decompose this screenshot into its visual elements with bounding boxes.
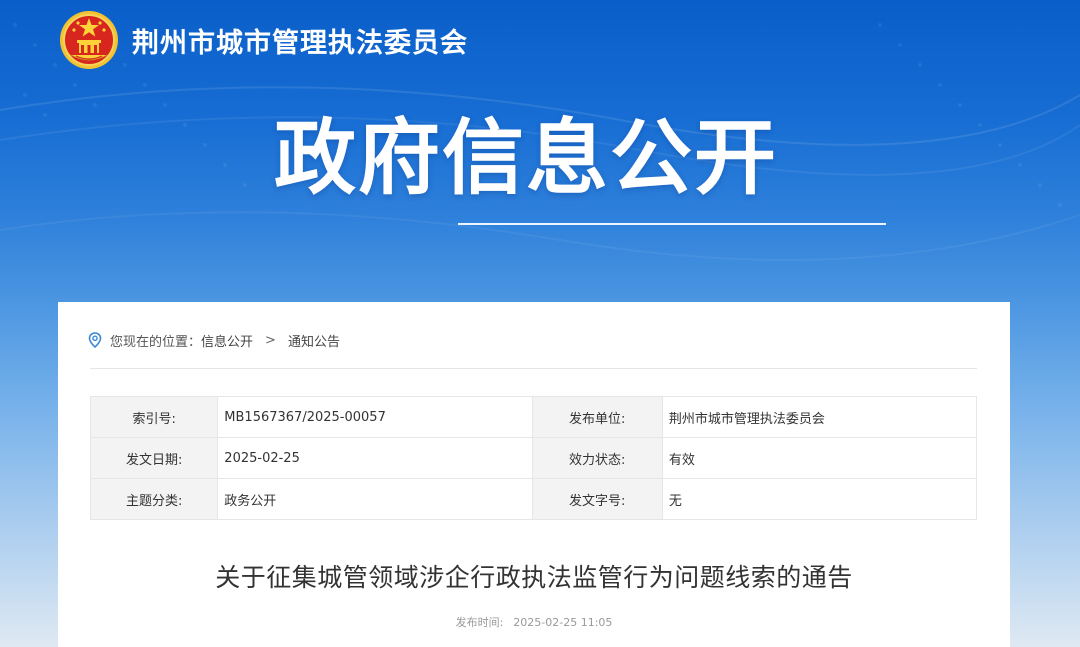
- site-header: 荆州市城市管理执法委员会: [58, 10, 468, 70]
- publish-time-value: 2025-02-25 11:05: [513, 616, 613, 629]
- breadcrumb-prefix: 您现在的位置：: [110, 334, 202, 350]
- meta-label-issue-date: 发文日期:: [89, 437, 219, 479]
- document-meta-table: 索引号: MB1567367/2025-00057 发布单位: 荆州市城市管理执…: [89, 396, 978, 520]
- national-emblem-icon[interactable]: [58, 9, 120, 71]
- meta-value-publishing-unit: 荆州市城市管理执法委员会: [661, 396, 978, 438]
- meta-label-document-number: 发文字号:: [531, 478, 663, 520]
- site-title[interactable]: 荆州市城市管理执法委员会: [132, 21, 468, 60]
- breadcrumb-link-notices[interactable]: 通知公告: [288, 331, 340, 350]
- meta-row: 索引号: MB1567367/2025-00057 发布单位: 荆州市城市管理执…: [89, 396, 978, 438]
- meta-label-publishing-unit: 发布单位:: [531, 396, 663, 438]
- meta-value-validity-status: 有效: [661, 437, 978, 479]
- breadcrumb-separator: >: [265, 332, 276, 348]
- meta-row: 主题分类: 政务公开 发文字号: 无: [89, 478, 978, 520]
- breadcrumb-link-info-disclosure[interactable]: 信息公开: [201, 331, 253, 350]
- meta-label-validity-status: 效力状态:: [531, 437, 663, 479]
- meta-value-subject-category: 政务公开: [217, 478, 533, 520]
- publish-info: 发布时间: 2025-02-25 11:05: [58, 614, 1010, 630]
- location-pin-icon: [88, 332, 102, 348]
- article-title: 关于征集城管领域涉企行政执法监管行为问题线索的通告: [215, 563, 853, 592]
- breadcrumb: 您现在的位置： 信息公开 > 通知公告: [88, 330, 340, 350]
- publish-time-label: 发布时间:: [455, 616, 504, 629]
- banner-underline: [458, 223, 886, 225]
- meta-label-index-number: 索引号:: [89, 396, 219, 438]
- breadcrumb-divider: [90, 368, 977, 369]
- content-panel: 您现在的位置： 信息公开 > 通知公告 索引号: MB1567367/2025-…: [58, 302, 1010, 647]
- meta-value-index-number: MB1567367/2025-00057: [217, 396, 533, 438]
- meta-value-issue-date: 2025-02-25: [217, 437, 533, 479]
- meta-label-subject-category: 主题分类:: [89, 478, 219, 520]
- banner-title: 政府信息公开: [274, 111, 779, 206]
- meta-value-document-number: 无: [661, 478, 978, 520]
- meta-row: 发文日期: 2025-02-25 效力状态: 有效: [89, 437, 978, 479]
